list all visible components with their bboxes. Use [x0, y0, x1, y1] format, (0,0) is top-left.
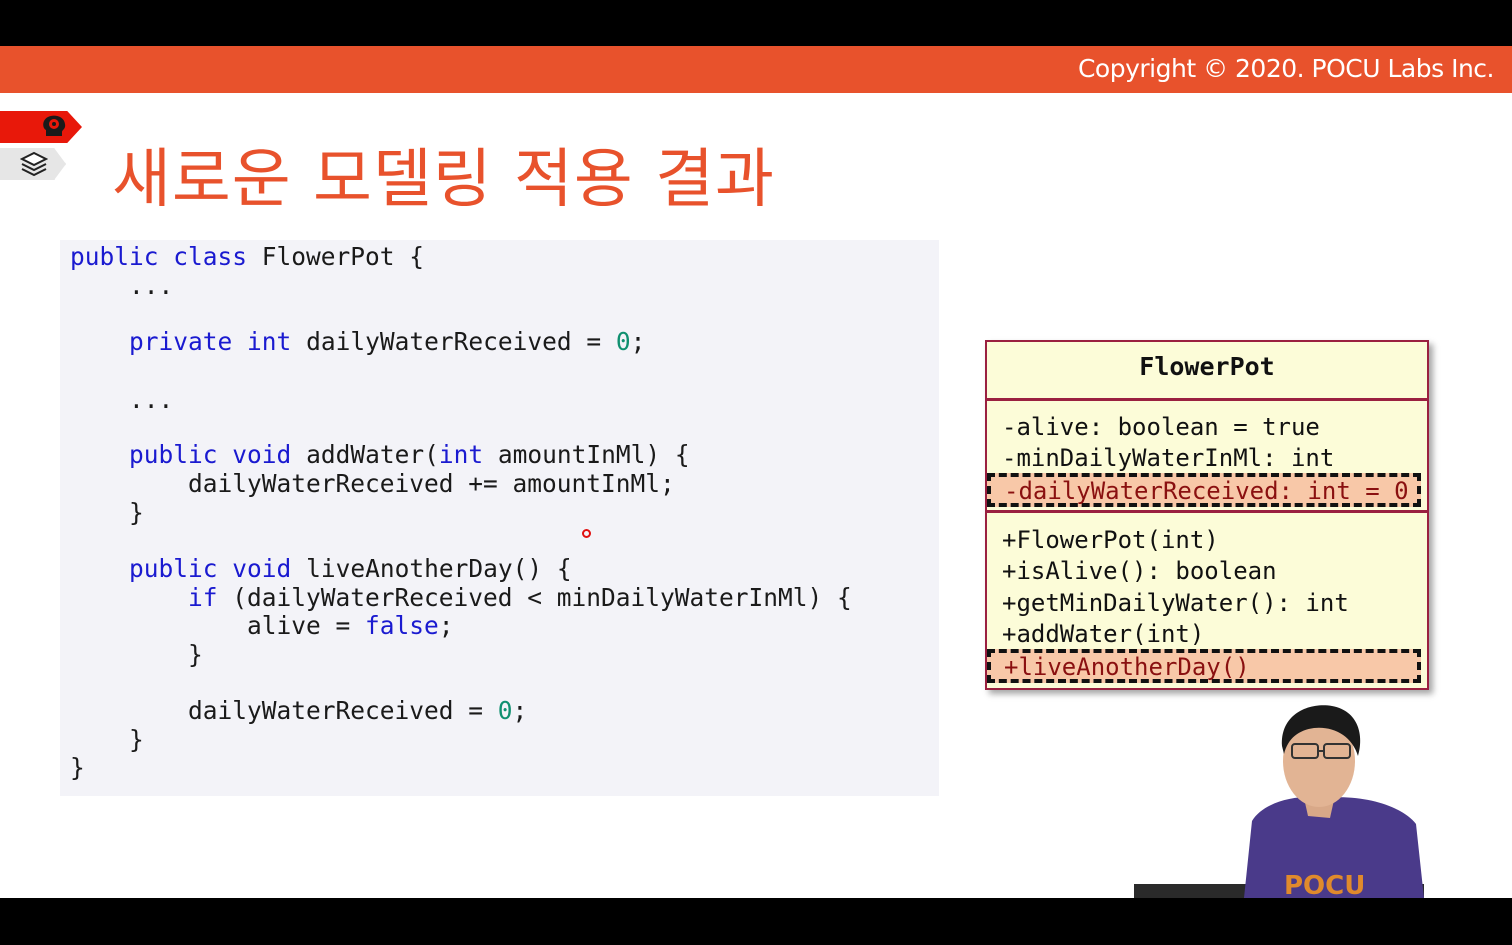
code-text: }: [188, 640, 203, 669]
code-text: alive =: [247, 611, 366, 640]
code-line: dailyWaterReceived = 0;: [70, 696, 527, 725]
code-keyword: private: [129, 327, 233, 356]
code-text: }: [70, 753, 85, 782]
code-keyword: int: [438, 440, 484, 469]
uml-method: +getMinDailyWater(): int: [1002, 589, 1349, 617]
uml-field: -dailyWaterReceived: int = 0: [1004, 477, 1409, 505]
uml-highlighted-method: +liveAnotherDay(): [987, 649, 1421, 683]
uml-class-box: FlowerPot -alive: boolean = true -minDai…: [985, 340, 1429, 690]
code-line: }: [70, 753, 85, 782]
code-keyword: false: [365, 611, 439, 640]
code-text: dailyWaterReceived =: [291, 327, 616, 356]
code-block: public class FlowerPot { ... private int…: [60, 240, 939, 796]
code-text: dailyWaterReceived =: [188, 696, 498, 725]
uml-field: -minDailyWaterInMl: int: [1002, 444, 1335, 472]
code-line: ...: [70, 385, 173, 414]
code-number: 0: [615, 327, 631, 356]
uml-class-name: FlowerPot: [1139, 352, 1275, 381]
code-line: public void addWater(int amountInMl) {: [70, 440, 690, 469]
code-text: liveAnotherDay() {: [291, 554, 572, 583]
mouse-cursor-indicator: [582, 529, 591, 538]
code-line: }: [70, 498, 144, 527]
uml-separator: [987, 510, 1427, 513]
uml-method: +isAlive(): boolean: [1002, 557, 1277, 585]
code-text: ;: [438, 611, 454, 640]
code-keyword: class: [173, 242, 248, 271]
uml-separator: [987, 398, 1427, 401]
code-line: public class FlowerPot {: [70, 242, 424, 271]
code-text: amountInMl) {: [483, 440, 690, 469]
code-text: dailyWaterReceived += amountInMl;: [188, 469, 675, 498]
code-text: }: [129, 725, 144, 754]
code-text: ;: [630, 327, 646, 356]
code-line: }: [70, 640, 203, 669]
code-line: dailyWaterReceived += amountInMl;: [70, 469, 675, 498]
uml-highlighted-field: -dailyWaterReceived: int = 0: [987, 473, 1421, 507]
code-keyword: void: [232, 440, 292, 469]
code-keyword: void: [232, 554, 292, 583]
layers-icon: [20, 151, 48, 177]
code-keyword: int: [247, 327, 292, 356]
code-text: }: [129, 498, 144, 527]
code-keyword: public: [129, 440, 218, 469]
code-keyword: public: [70, 242, 159, 271]
code-line: alive = false;: [70, 611, 454, 640]
code-text: (dailyWaterReceived < minDailyWaterInMl)…: [217, 583, 852, 612]
uml-method: +FlowerPot(int): [1002, 526, 1219, 554]
code-text: ...: [129, 385, 174, 414]
copyright-text: Copyright © 2020. POCU Labs Inc.: [1077, 54, 1495, 83]
presenter-video: POCU: [1134, 705, 1424, 898]
code-text: ;: [512, 696, 528, 725]
code-keyword: if: [188, 583, 218, 612]
uml-method: +liveAnotherDay(): [1004, 653, 1250, 681]
code-text: ...: [129, 271, 174, 300]
page-title: 새로운 모델링 적용 결과: [112, 143, 775, 217]
uml-method: +addWater(int): [1002, 620, 1205, 648]
code-keyword: public: [129, 554, 218, 583]
code-line: private int dailyWaterReceived = 0;: [70, 327, 645, 356]
slide: Copyright © 2020. POCU Labs Inc. 새로운 모델링…: [0, 46, 1512, 898]
code-line: }: [70, 725, 144, 754]
header-bar: Copyright © 2020. POCU Labs Inc.: [0, 46, 1512, 93]
uml-field: -alive: boolean = true: [1002, 413, 1320, 441]
brain-icon: [43, 115, 66, 136]
code-text: addWater(: [291, 440, 439, 469]
code-line: ...: [70, 271, 173, 300]
code-text: FlowerPot {: [247, 242, 425, 271]
code-line: if (dailyWaterReceived < minDailyWaterIn…: [70, 583, 852, 612]
code-number: 0: [497, 696, 513, 725]
shirt-logo: POCU: [1284, 871, 1365, 898]
code-line: public void liveAnotherDay() {: [70, 554, 572, 583]
